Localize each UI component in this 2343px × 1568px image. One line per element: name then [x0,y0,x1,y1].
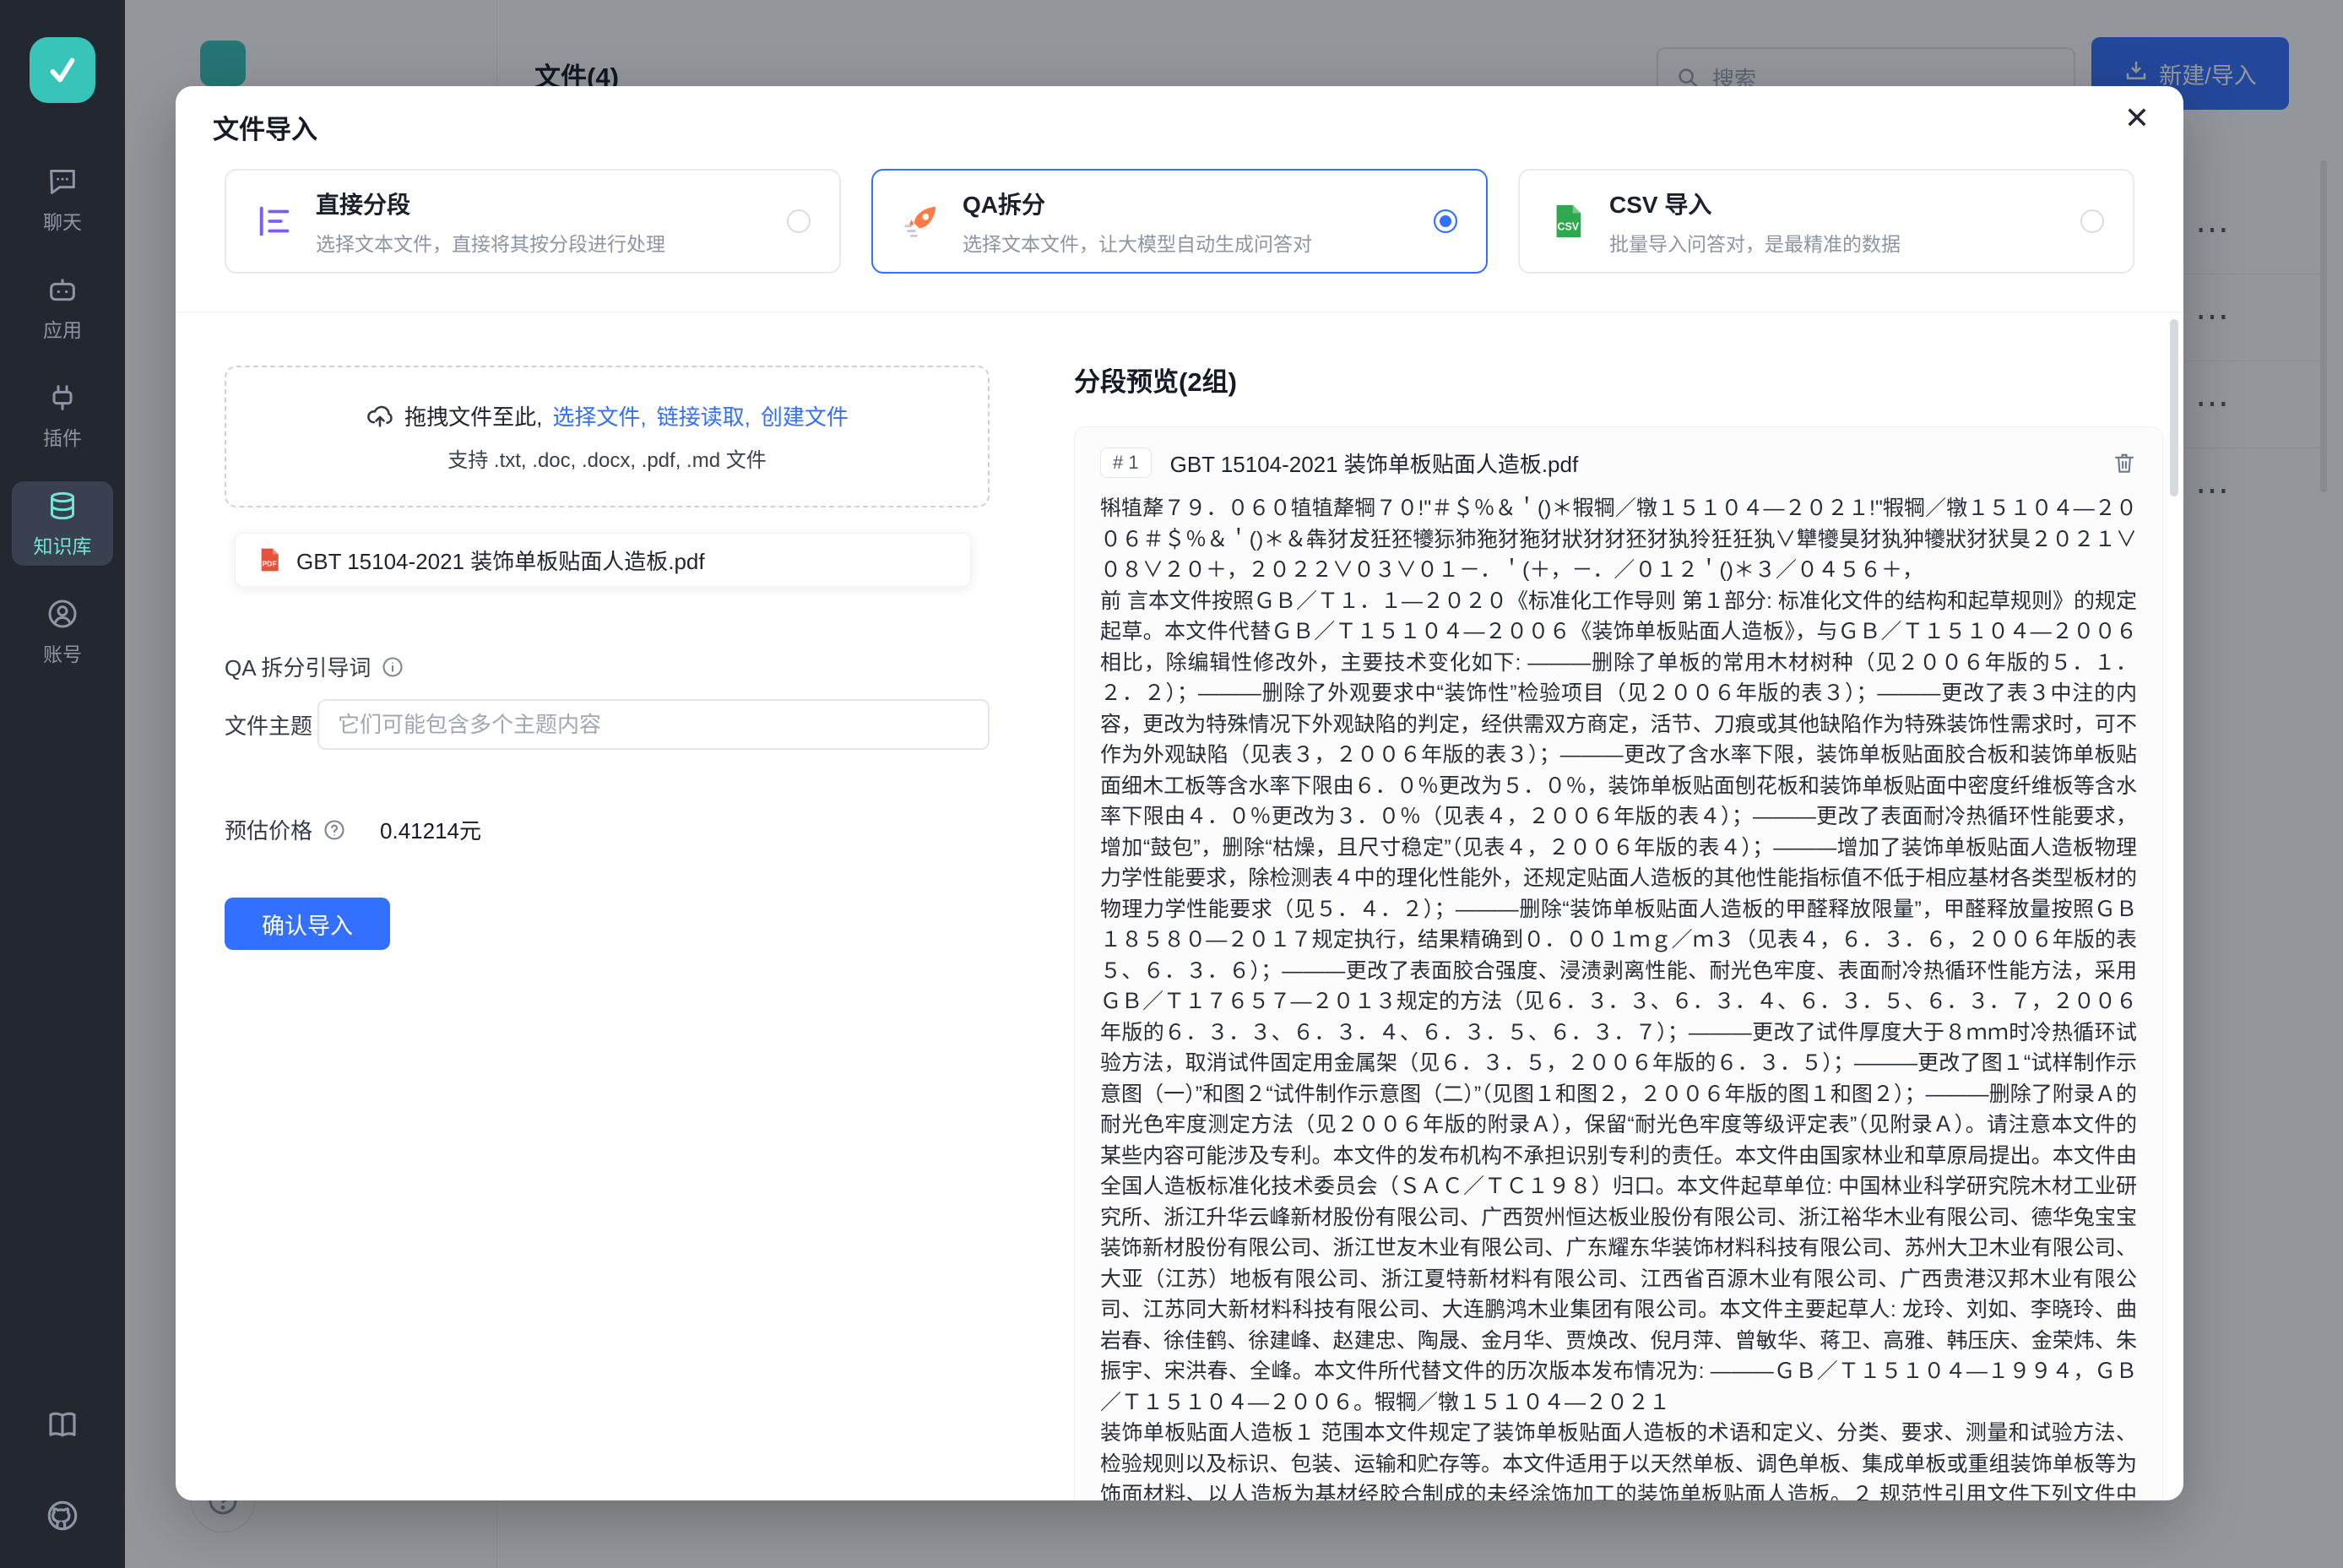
import-config-column: 拖拽文件至此, 选择文件, 链接读取, 创建文件 支持 .txt, .doc, … [225,366,990,950]
app-sidebar: 聊天 应用 插件 知识库 账号 [0,0,125,1568]
pdf-file-icon: PDF [256,545,283,575]
modal-scrollbar-thumb[interactable] [2170,319,2178,496]
price-value: 0.41214元 [380,814,481,845]
segment-icon [255,202,294,241]
price-row: 预估价格 0.41214元 [225,814,990,845]
mode-desc: 批量导入问答对，是最精准的数据 [1609,228,2058,257]
trash-icon [2112,450,2137,475]
delete-chunk-button[interactable] [2112,450,2137,475]
mode-radio-unchecked[interactable] [2080,209,2104,233]
docs-icon[interactable] [45,1407,80,1442]
mode-desc: 选择文本文件，直接将其按分段进行处理 [316,228,765,257]
csv-file-icon: CSV [1548,202,1587,241]
sidebar-item-label: 聊天 [43,206,82,235]
account-icon [46,597,79,631]
mode-card-direct-segment[interactable]: 直接分段 选择文本文件，直接将其按分段进行处理 [225,169,841,274]
import-mode-cards: 直接分段 选择文本文件，直接将其按分段进行处理 QA拆分 选择文本文件，让大模型… [225,169,2134,274]
sidebar-item-apps[interactable]: 应用 [12,265,113,350]
file-import-modal: 文件导入 ✕ 直接分段 选择文本文件，直接将其按分段进行处理 QA拆分 选择文本… [176,86,2183,1500]
chat-icon [46,165,79,198]
price-label: 预估价格 [225,814,312,845]
supported-formats-text: 支持 .txt, .doc, .docx, .pdf, .md 文件 [447,443,766,473]
segment-preview-column: 分段预览(2组) # 1 GBT 15104-2021 装饰单板贴面人造板.pd… [1074,361,2163,1500]
topic-input[interactable] [317,699,990,750]
plugin-icon [46,381,79,415]
question-icon[interactable] [323,818,346,842]
mode-title: QA拆分 [963,187,1412,220]
mode-card-csv-import[interactable]: CSV CSV 导入 批量导入问答对，是最精准的数据 [1518,169,2134,274]
sidebar-item-plugins[interactable]: 插件 [12,373,113,458]
chunk-source-title: GBT 15104-2021 装饰单板贴面人造板.pdf [1170,448,2093,479]
uploaded-file-name: GBT 15104-2021 装饰单板贴面人造板.pdf [296,545,705,576]
topic-row: 文件主题 [225,699,990,750]
sidebar-item-knowledge-base[interactable]: 知识库 [12,481,113,566]
segment-card-header: # 1 GBT 15104-2021 装饰单板贴面人造板.pdf [1100,441,2137,485]
apps-icon [46,273,79,307]
sidebar-nav: 聊天 应用 插件 知识库 账号 [12,157,113,674]
confirm-import-button[interactable]: 确认导入 [225,898,390,950]
sidebar-item-label: 账号 [43,638,82,667]
mode-radio-unchecked[interactable] [787,209,811,233]
qa-prompt-section: QA 拆分引导词 [225,651,990,682]
chunk-index-badge: # 1 [1100,448,1152,478]
qa-prompt-label: QA 拆分引导词 [225,651,371,682]
mode-radio-checked[interactable] [1434,209,1457,233]
file-dropzone[interactable]: 拖拽文件至此, 选择文件, 链接读取, 创建文件 支持 .txt, .doc, … [225,366,990,507]
link-read-link[interactable]: 链接读取, [657,400,751,431]
sidebar-item-label: 应用 [43,314,82,343]
sidebar-item-label: 插件 [43,422,82,451]
rocket-icon [902,202,941,241]
app-logo[interactable] [30,37,95,103]
segment-preview-title: 分段预览(2组) [1074,361,2163,399]
dropzone-text: 拖拽文件至此, [404,400,542,431]
mode-card-qa-split[interactable]: QA拆分 选择文本文件，让大模型自动生成问答对 [871,169,1488,274]
mode-title: CSV 导入 [1609,187,2058,220]
segment-preview-card: # 1 GBT 15104-2021 装饰单板贴面人造板.pdf 犐犆犛７９．０… [1074,426,2163,1500]
logo-icon [43,51,82,90]
create-file-link[interactable]: 创建文件 [761,400,849,431]
sidebar-item-label: 知识库 [34,530,92,559]
mode-desc: 选择文本文件，让大模型自动生成问答对 [963,228,1412,257]
sidebar-item-chat[interactable]: 聊天 [12,157,113,241]
github-icon[interactable] [45,1498,80,1533]
sidebar-bottom [45,1407,80,1533]
topic-label: 文件主题 [225,709,317,741]
info-icon[interactable] [381,655,404,679]
svg-text:CSV: CSV [1558,221,1580,233]
chunk-content-text: 犐犆犛７９．０６０犆犆犛犅７０!"＃＄％＆＇()＊犌犅／犜１５１０４—２０２１!… [1100,493,2137,1500]
cloud-upload-icon [366,402,394,431]
close-icon[interactable]: ✕ [2124,103,2150,133]
sidebar-item-account[interactable]: 账号 [12,589,113,674]
select-file-link[interactable]: 选择文件, [552,400,646,431]
mode-title: 直接分段 [316,187,765,220]
svg-text:PDF: PDF [262,559,276,567]
uploaded-file-item[interactable]: PDF GBT 15104-2021 装饰单板贴面人造板.pdf [235,533,971,587]
knowledge-base-icon [46,489,79,523]
modal-title: 文件导入 [213,108,317,146]
